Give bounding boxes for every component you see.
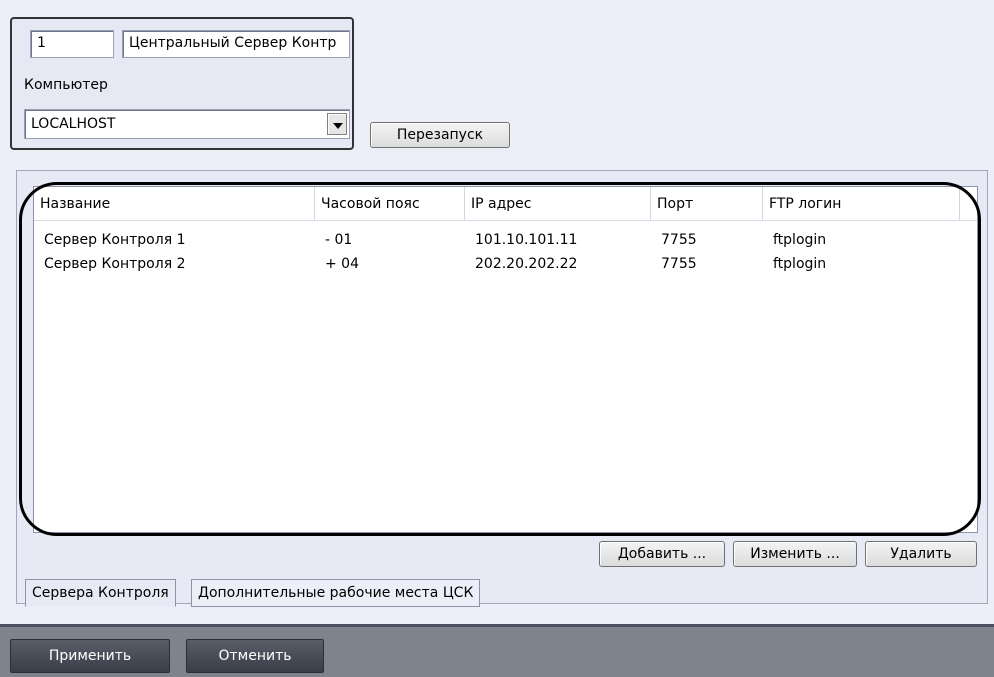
cell-name: Сервер Контроля 1	[44, 232, 186, 248]
delete-button[interactable]: Удалить	[865, 541, 977, 567]
chevron-down-icon[interactable]	[327, 113, 347, 135]
cell-timezone: - 01	[325, 232, 353, 248]
cell-port: 7755	[661, 232, 697, 248]
table-row[interactable]: Сервер Контроля 1 - 01 101.10.101.11 775…	[34, 228, 977, 252]
servers-list[interactable]: Название Часовой пояс IP адрес Порт FTP …	[33, 186, 978, 533]
cell-ftp-login: ftplogin	[773, 232, 827, 248]
cancel-button[interactable]: Отменить	[186, 639, 324, 673]
cell-port: 7755	[661, 256, 697, 272]
object-id-field[interactable]: 1	[30, 30, 114, 58]
cell-timezone: + 04	[325, 256, 359, 272]
tab-panel: Название Часовой пояс IP адрес Порт FTP …	[16, 170, 988, 607]
apply-button[interactable]: Применить	[10, 639, 170, 673]
column-header-port[interactable]: Порт	[651, 187, 763, 221]
column-header-ip[interactable]: IP адрес	[465, 187, 651, 221]
edit-button[interactable]: Изменить ...	[733, 541, 857, 567]
column-header-timezone[interactable]: Часовой пояс	[315, 187, 465, 221]
restart-button[interactable]: Перезапуск	[370, 122, 510, 148]
computer-select[interactable]: LOCALHOST	[24, 109, 350, 139]
add-button[interactable]: Добавить ...	[599, 541, 725, 567]
computer-label: Компьютер	[24, 77, 108, 93]
object-settings-group: 1 Центральный Сервер Контр Компьютер LOC…	[10, 17, 354, 150]
cell-name: Сервер Контроля 2	[44, 256, 186, 272]
cell-ip: 202.20.202.22	[475, 256, 578, 272]
list-header: Название Часовой пояс IP адрес Порт FTP …	[34, 187, 977, 221]
computer-select-value: LOCALHOST	[31, 116, 116, 132]
column-header-name[interactable]: Название	[34, 187, 315, 221]
cell-ftp-login: ftplogin	[773, 256, 827, 272]
tab-additional-workplaces[interactable]: Дополнительные рабочие места ЦСК	[191, 579, 481, 607]
object-name-field[interactable]: Центральный Сервер Контр	[122, 30, 350, 58]
column-header-ftp-login[interactable]: FTP логин	[763, 187, 960, 221]
tab-servers[interactable]: Сервера Контроля	[25, 579, 176, 607]
cell-ip: 101.10.101.11	[475, 232, 578, 248]
table-row[interactable]: Сервер Контроля 2 + 04 202.20.202.22 775…	[34, 252, 977, 276]
